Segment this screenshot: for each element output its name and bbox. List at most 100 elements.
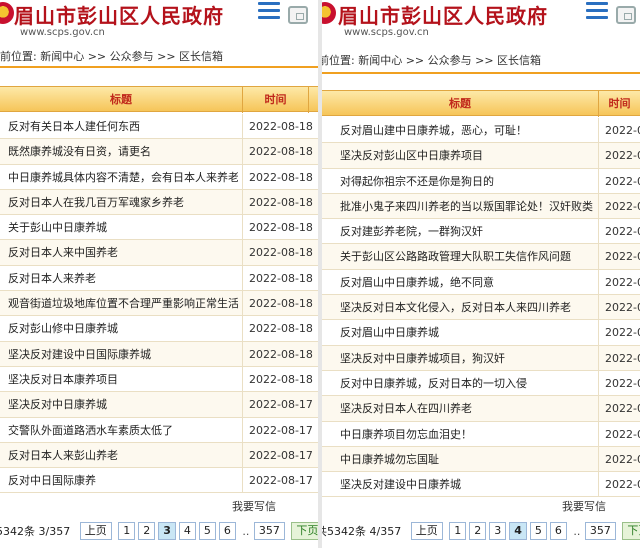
- list-item[interactable]: 批准小鬼子来四川养老的当以叛国罪论处！汉奸败类！2022-08: [322, 193, 640, 220]
- list-item[interactable]: 反对建彭养老院，一群狗汉奸2022-08: [322, 219, 640, 245]
- next-page-button[interactable]: 下页: [291, 522, 318, 540]
- last-page-button[interactable]: 357: [253, 522, 285, 540]
- current-page-button[interactable]: 3: [158, 522, 176, 540]
- letter-title-link[interactable]: 交警队外面道路洒水车素质太低了: [8, 418, 238, 443]
- list-item[interactable]: 反对彭山修中日康养城 2022-08-18: [0, 316, 318, 342]
- page-number-button[interactable]: 5: [529, 522, 547, 540]
- pagination-info: 共5342条 4/357: [322, 525, 402, 538]
- left-screenshot-panel: 眉山市彭山区人民政府 www.scps.gov.cn 前位置: 新闻中心 >> …: [0, 0, 318, 548]
- letter-title-link[interactable]: 反对眉山中日康养城: [340, 320, 594, 345]
- letter-title-link[interactable]: 反对眉山中日康养城，绝不同意: [340, 270, 594, 295]
- write-letter-link[interactable]: 我要写信: [562, 498, 606, 514]
- list-item[interactable]: 反对眉山建中日康养城，恶心，可耻！2022-08: [322, 118, 640, 144]
- letter-title-link[interactable]: 中日康养项目勿忘血泪史！: [340, 422, 594, 447]
- letter-title-link[interactable]: 反对彭山修中日康养城: [8, 316, 238, 341]
- page-number-button[interactable]: 4: [178, 522, 196, 540]
- list-item[interactable]: 交警队外面道路洒水车素质太低了 2022-08-17: [0, 417, 318, 443]
- letter-title-link[interactable]: 中日康养城具体内容不清楚，会有日本人来养老吗: [8, 165, 238, 190]
- letter-title-link[interactable]: 反对日本人来中国养老: [8, 240, 238, 265]
- site-url: www.scps.gov.cn: [344, 27, 429, 38]
- list-item[interactable]: 反对中日国际康养 2022-08-17: [0, 468, 318, 494]
- page-number-button[interactable]: 3: [489, 522, 507, 540]
- letter-title-link[interactable]: 既然康养城没有日资，请更名: [8, 139, 238, 164]
- list-item[interactable]: 对得起你祖宗不还是你是狗日的2022-08: [322, 168, 640, 194]
- letter-title-link[interactable]: 反对中日国际康养: [8, 468, 238, 493]
- letter-title-link[interactable]: 反对有关日本人建任何东西: [8, 114, 238, 139]
- list-item[interactable]: 坚决反对日本文化侵入，反对日本人来四川养老2022-08: [322, 295, 640, 321]
- list-item[interactable]: 反对日本人来中国养老 2022-08-18: [0, 240, 318, 266]
- letter-title-link[interactable]: 关于彭山中日康养城: [8, 215, 238, 240]
- column-header-title: 标题: [449, 97, 471, 110]
- site-header: 眉山市彭山区人民政府 www.scps.gov.cn: [322, 0, 640, 44]
- list-item[interactable]: 坚决反对中日康养城 2022-08-17: [0, 392, 318, 418]
- site-title[interactable]: 眉山市彭山区人民政府: [338, 0, 548, 29]
- page-number-button[interactable]: 5: [198, 522, 216, 540]
- letter-title-link[interactable]: 坚决反对日本人在四川养老: [340, 396, 594, 421]
- prev-page-button[interactable]: 上页: [410, 522, 443, 540]
- list-item[interactable]: 反对眉山中日康养城2022-08: [322, 320, 640, 346]
- letter-title-link[interactable]: 坚决反对中日康养城: [8, 392, 238, 417]
- menu-icon[interactable]: [258, 2, 280, 20]
- prev-page-button[interactable]: 上页: [79, 522, 112, 540]
- current-page-button[interactable]: 4: [509, 522, 527, 540]
- letter-title-link[interactable]: 反对中日康养城，反对日本的一切入侵: [340, 371, 594, 396]
- list-item[interactable]: 坚决反对建设中日康养城2022-08: [322, 472, 640, 498]
- letter-date: 2022-08: [598, 472, 640, 498]
- letter-title-link[interactable]: 坚决反对彭山区中日康养项目: [340, 143, 594, 168]
- list-item[interactable]: 反对有关日本人建任何东西 2022-08-18: [0, 114, 318, 140]
- list-item[interactable]: 反对眉山中日康养城，绝不同意2022-08: [322, 269, 640, 296]
- letter-title-link[interactable]: 观音街道垃圾地库位置不合理严重影响正常生活: [8, 291, 238, 316]
- letter-title-link[interactable]: 坚决反对建设中日国际康养城: [8, 342, 238, 367]
- list-item[interactable]: 坚决反对日本康养项目 2022-08-18: [0, 366, 318, 393]
- next-page-button[interactable]: 下页: [622, 522, 640, 540]
- list-item[interactable]: 坚决反对彭山区中日康养项目2022-08: [322, 143, 640, 169]
- letter-title-link[interactable]: 反对日本人在我几百万军魂家乡养老: [8, 190, 238, 215]
- page-number-button[interactable]: 2: [469, 522, 487, 540]
- list-item[interactable]: 坚决反对日本人在四川养老2022-08: [322, 396, 640, 422]
- window-switch-icon[interactable]: [616, 6, 636, 24]
- list-item[interactable]: 坚决反对中日康养城项目，狗汉奸2022-08: [322, 345, 640, 371]
- list-item[interactable]: 既然康养城没有日资，请更名 2022-08-18: [0, 139, 318, 165]
- letter-date: 2022-08: [598, 244, 640, 270]
- list-item[interactable]: 反对日本人来养老 2022-08-18: [0, 265, 318, 292]
- column-header-extra: [308, 87, 318, 113]
- letter-title-link[interactable]: 中日康养城勿忘国耻: [340, 447, 594, 472]
- write-letter-link[interactable]: 我要写信: [232, 498, 276, 514]
- page-number-button[interactable]: 2: [138, 522, 156, 540]
- letter-date: 2022-08: [598, 396, 640, 422]
- list-item[interactable]: 观音街道垃圾地库位置不合理严重影响正常生活 2022-08-18: [0, 291, 318, 317]
- letter-title-link[interactable]: 反对日本人来彭山养老: [8, 443, 238, 468]
- letter-title-link[interactable]: 坚决反对日本文化侵入，反对日本人来四川养老: [340, 295, 594, 320]
- list-item[interactable]: 中日康养项目勿忘血泪史！2022-08: [322, 421, 640, 447]
- list-item[interactable]: 坚决反对建设中日国际康养城 2022-08-18: [0, 341, 318, 367]
- letter-title-link[interactable]: 坚决反对日本康养项目: [8, 367, 238, 392]
- list-item[interactable]: 反对中日康养城，反对日本的一切入侵2022-08: [322, 370, 640, 397]
- menu-icon[interactable]: [586, 2, 608, 20]
- list-item[interactable]: 反对日本人来彭山养老 2022-08-17: [0, 442, 318, 469]
- letter-title-link[interactable]: 反对日本人来养老: [8, 266, 238, 291]
- column-header-time: 时间: [598, 91, 640, 117]
- letter-title-link[interactable]: 批准小鬼子来四川养老的当以叛国罪论处！汉奸败类！: [340, 194, 594, 219]
- page-number-button[interactable]: 6: [549, 522, 567, 540]
- letter-title-link[interactable]: 坚决反对中日康养城项目，狗汉奸: [340, 346, 594, 371]
- list-item[interactable]: 反对日本人在我几百万军魂家乡养老 2022-08-18: [0, 189, 318, 216]
- page-number-button[interactable]: 1: [449, 522, 467, 540]
- window-switch-icon[interactable]: [288, 6, 308, 24]
- table-header: 标题 时间: [322, 90, 640, 117]
- last-page-button[interactable]: 357: [584, 522, 616, 540]
- letter-title-link[interactable]: 反对眉山建中日康养城，恶心，可耻！: [340, 118, 594, 143]
- letter-title-link[interactable]: 反对建彭养老院，一群狗汉奸: [340, 219, 594, 244]
- site-title[interactable]: 眉山市彭山区人民政府: [14, 0, 224, 29]
- letter-list: 反对有关日本人建任何东西 2022-08-18 既然康养城没有日资，请更名 2022-…: [0, 114, 318, 494]
- list-item[interactable]: 关于彭山中日康养城 2022-08-18: [0, 215, 318, 241]
- letter-title-link[interactable]: 关于彭山区公路路政管理大队职工失信作风问题: [340, 244, 594, 269]
- letter-title-link[interactable]: 对得起你祖宗不还是你是狗日的: [340, 169, 594, 194]
- letter-date: 2022-08-17: [242, 468, 313, 494]
- list-item[interactable]: 中日康养城勿忘国耻2022-08: [322, 446, 640, 473]
- letter-date: 2022-08-18: [242, 291, 313, 317]
- page-number-button[interactable]: 6: [218, 522, 236, 540]
- letter-title-link[interactable]: 坚决反对建设中日康养城: [340, 472, 594, 497]
- page-number-button[interactable]: 1: [118, 522, 136, 540]
- list-item[interactable]: 关于彭山区公路路政管理大队职工失信作风问题2022-08: [322, 244, 640, 270]
- list-item[interactable]: 中日康养城具体内容不清楚，会有日本人来养老吗 2022-08-18: [0, 164, 318, 190]
